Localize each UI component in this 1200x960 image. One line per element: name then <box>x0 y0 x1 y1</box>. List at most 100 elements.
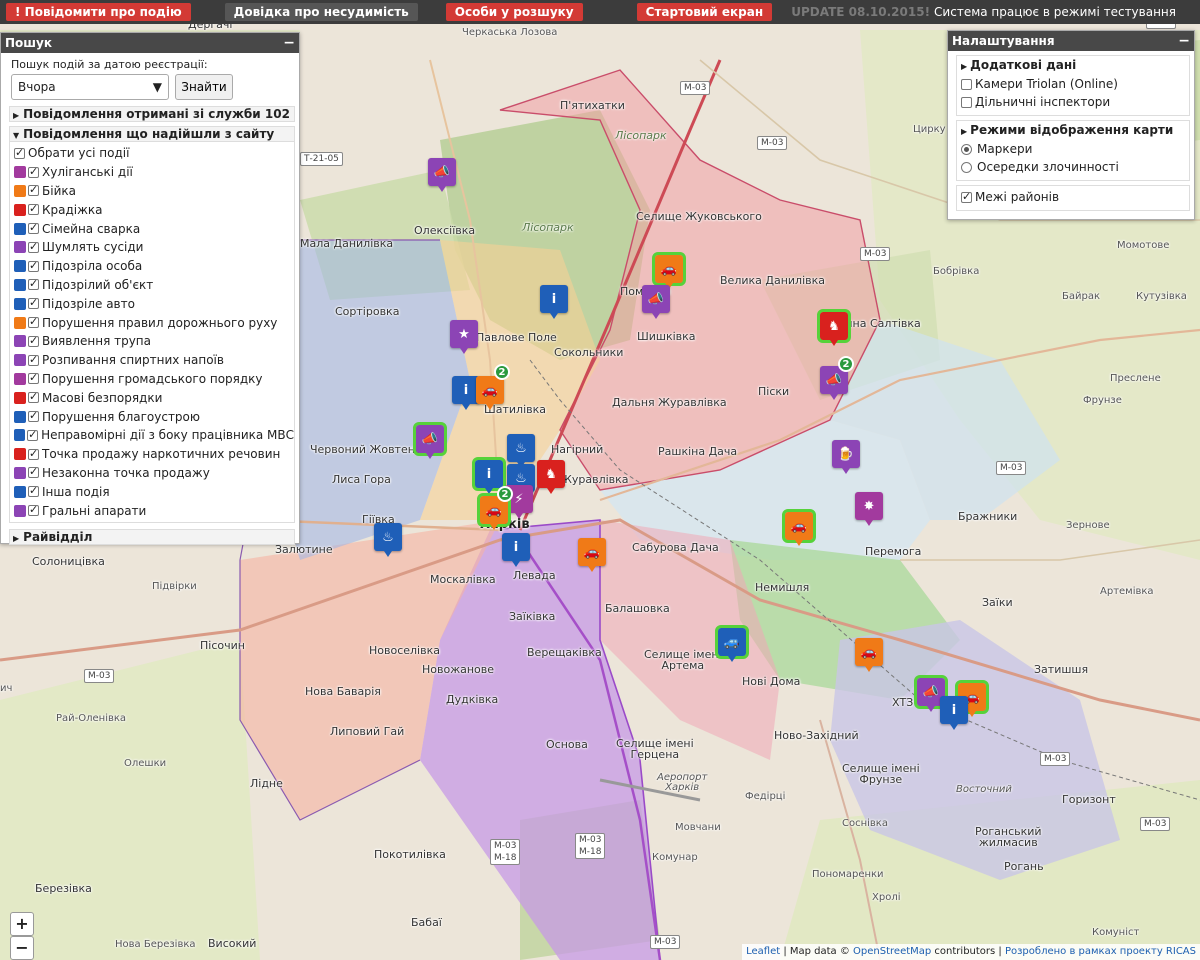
fountain-marker-icon[interactable]: ♨ <box>374 523 402 557</box>
info-marker-icon[interactable]: i <box>940 696 968 730</box>
category-item[interactable]: Масові безпорядки <box>14 388 294 407</box>
checkbox[interactable] <box>28 240 39 253</box>
category-item[interactable]: Порушення благоустрою <box>14 407 294 426</box>
collapse-icon[interactable]: − <box>283 33 295 53</box>
checkbox[interactable] <box>28 371 39 385</box>
cluster-badge[interactable]: 2 <box>497 486 513 502</box>
checkbox[interactable] <box>28 296 39 310</box>
category-icon <box>14 316 26 329</box>
category-icon <box>14 485 26 498</box>
bell-marker-icon[interactable]: ♞ <box>537 460 565 494</box>
car-marker-icon[interactable]: 🚗 <box>652 252 686 289</box>
ricas-link[interactable]: Розроблено в рамках проекту RICAS <box>1005 946 1196 957</box>
checkbox[interactable] <box>28 503 39 517</box>
checkbox[interactable] <box>961 190 972 203</box>
crowd-marker-icon[interactable]: ★ <box>450 320 478 354</box>
cameras-option[interactable]: Камери Triolan (Online) <box>961 75 1185 93</box>
checkbox[interactable] <box>28 353 39 366</box>
checkbox[interactable] <box>28 165 39 178</box>
wanted-persons-button[interactable]: Особи у розшуку <box>445 3 583 21</box>
report-event-button[interactable]: ! Повідомити про подію <box>6 3 191 21</box>
car-marker-icon[interactable]: 🚗 <box>578 538 606 572</box>
category-item[interactable]: Підозріла особа <box>14 257 294 276</box>
checkbox[interactable] <box>28 202 39 216</box>
attribution-text: | Map data © <box>780 946 854 957</box>
category-label: Сімейна сварка <box>42 221 141 236</box>
category-item[interactable]: Розпивання спиртних напоїв <box>14 351 294 370</box>
jeep-marker-icon[interactable]: 🚙 <box>715 625 749 662</box>
car-marker-icon[interactable]: 🚗 <box>855 638 883 672</box>
road-shield: М-03 <box>650 935 681 949</box>
category-item[interactable]: Порушення правил дорожнього руху <box>14 313 294 332</box>
horn-marker-icon[interactable]: 📣 <box>413 422 447 459</box>
car-marker-icon[interactable]: 🚗 <box>782 509 816 546</box>
category-item[interactable]: Хуліганські дії <box>14 163 294 182</box>
inspectors-label: Дільничні інспектори <box>975 95 1111 109</box>
category-list: Обрати усі події Хуліганські дії Бійка Кра… <box>9 142 295 523</box>
hotspots-mode-option[interactable]: Осередки злочинності <box>961 158 1185 176</box>
category-item[interactable]: Незаконна точка продажу <box>14 464 294 483</box>
category-item[interactable]: Підозрілий об'єкт <box>14 276 294 295</box>
category-item[interactable]: Бійка <box>14 182 294 201</box>
section-district[interactable]: ▶ Райвідділ <box>9 528 295 545</box>
category-item[interactable]: Шумлять сусіди <box>14 238 294 257</box>
checkbox[interactable] <box>27 428 39 441</box>
info-marker-icon[interactable]: i <box>540 285 568 319</box>
checkbox[interactable] <box>28 447 39 460</box>
markers-mode-option[interactable]: Маркери <box>961 140 1185 158</box>
checkbox[interactable] <box>28 315 39 329</box>
checkbox[interactable] <box>28 484 39 498</box>
date-select[interactable]: Вчора ▼ <box>11 74 169 100</box>
zoom-out-button[interactable]: − <box>10 936 34 960</box>
checkbox[interactable] <box>961 96 972 108</box>
category-item[interactable]: Точка продажу наркотичних речовин <box>14 445 294 464</box>
category-item[interactable]: Інша подія <box>14 482 294 501</box>
horn-marker-icon[interactable]: 📣 <box>428 158 456 192</box>
checkbox[interactable] <box>28 259 39 272</box>
cluster-badge[interactable]: 2 <box>838 356 854 372</box>
start-screen-button[interactable]: Стартовий екран <box>636 3 773 21</box>
riot-marker-icon[interactable]: ✸ <box>855 492 883 526</box>
checkbox[interactable] <box>28 465 39 479</box>
checkbox[interactable] <box>28 183 39 197</box>
fountain-marker-icon[interactable]: ♨ <box>507 434 535 468</box>
car-marker-icon[interactable]: 🚗 <box>476 376 504 410</box>
system-status-text: Система працює в режимі тестування <box>934 5 1176 19</box>
info-marker-icon[interactable]: i <box>502 533 530 567</box>
category-item[interactable]: Виявлення трупа <box>14 332 294 351</box>
section-102[interactable]: ▶ Повідомлення отримані зі служби 102 <box>9 106 295 122</box>
checkbox[interactable] <box>14 146 25 159</box>
category-item[interactable]: Порушення громадського порядку <box>14 370 294 389</box>
category-item[interactable]: Підозріле авто <box>14 294 294 313</box>
checkbox[interactable] <box>28 334 39 347</box>
select-all-item[interactable]: Обрати усі події <box>14 144 294 163</box>
map-attribution: Leaflet | Map data © OpenStreetMap contr… <box>742 944 1200 960</box>
checkbox[interactable] <box>28 390 39 404</box>
criminal-record-help-button[interactable]: Довідка про несудимість <box>224 3 418 21</box>
checkbox[interactable] <box>28 409 39 423</box>
districts-option[interactable]: Межі районів <box>961 188 1185 206</box>
beer-marker-icon[interactable]: 🍺 <box>832 440 860 474</box>
cluster-badge[interactable]: 2 <box>494 364 510 380</box>
category-icon <box>14 260 26 273</box>
checkbox[interactable] <box>28 277 39 291</box>
zoom-in-button[interactable]: + <box>10 912 34 936</box>
find-button[interactable]: Знайти <box>175 74 233 100</box>
category-label: Шумлять сусіди <box>42 240 144 255</box>
radio-button[interactable] <box>961 161 972 173</box>
inspectors-option[interactable]: Дільничні інспектори <box>961 93 1185 111</box>
info-marker-icon[interactable]: i <box>472 457 506 494</box>
radio-button[interactable] <box>961 143 972 155</box>
collapse-icon[interactable]: − <box>1178 31 1190 51</box>
bell-marker-icon[interactable]: ♞ <box>817 309 851 346</box>
category-item[interactable]: Сімейна сварка <box>14 219 294 238</box>
category-item[interactable]: Крадіжка <box>14 200 294 219</box>
category-item[interactable]: Гральні апарати <box>14 501 294 520</box>
checkbox[interactable] <box>28 221 39 235</box>
section-site[interactable]: ▼ Повідомлення що надійшли з сайту <box>9 126 295 142</box>
category-item[interactable]: Неправомірні дії з боку працівника МВС <box>14 426 294 445</box>
leaflet-link[interactable]: Leaflet <box>746 946 780 957</box>
horn-marker-icon[interactable]: 📣 <box>642 285 670 319</box>
osm-link[interactable]: OpenStreetMap <box>853 946 931 957</box>
checkbox[interactable] <box>961 78 972 90</box>
